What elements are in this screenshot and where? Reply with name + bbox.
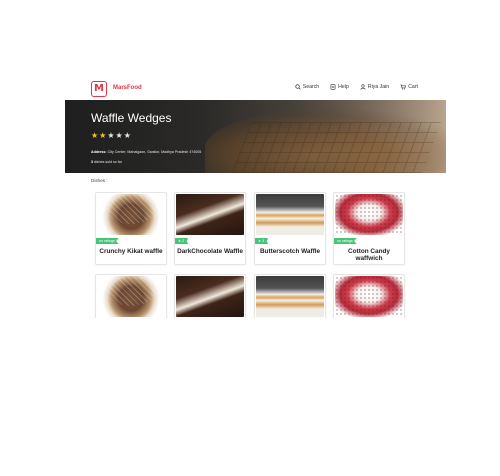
rating-stars: ★ ★ ★ ★ ★ [91,132,131,140]
address-value: City Center, Mahalgaon, Gwalior, Madhya … [107,150,202,154]
dishes-heading: Dishes : [91,178,108,183]
dish-image [97,276,165,317]
rating-badge: no ratings [334,238,357,244]
nav-help[interactable]: Help [330,84,349,90]
restaurant-banner: Waffle Wedges ★ ★ ★ ★ ★ Address: City Center… [65,100,446,173]
dish-image [176,276,244,317]
dish-name: Crunchy Kikat waffle [99,248,163,255]
restaurant-address: Address: City Center, Mahalgaon, Gwalior… [91,150,201,154]
dish-card[interactable]: no ratings Cotton Candy waffwich [333,192,405,265]
rating-badge: no ratings [96,238,119,244]
star-icon: ★ [115,131,123,140]
dish-name: Cotton Candy waffwich [348,248,390,262]
star-icon: ★ [107,131,115,140]
star-icon: ★ [91,131,99,140]
dish-card[interactable]: ★ 3 Butterscotch Waffle [254,192,326,265]
brand-logo[interactable]: M [91,81,107,97]
served-count: 3 dishes sold so far [91,160,122,164]
dish-image [256,194,324,235]
nav-links: Search Help Riya Jain Cart [295,84,418,90]
dish-name: DarkChocolate Waffle [177,248,243,255]
served-number: 3 [91,160,93,164]
user-icon [360,84,366,90]
dish-image [335,276,403,317]
logo-letter: M [94,83,104,94]
rating-badge: ★ 3 [255,238,269,244]
nav-search[interactable]: Search [295,84,319,90]
dish-card[interactable] [333,274,405,318]
navbar: M MarsFood Search Help Riya Jain Cart [65,78,446,100]
dish-image [256,276,324,317]
nav-user-label: Riya Jain [367,84,390,90]
cart-icon [400,84,407,90]
restaurant-name: Waffle Wedges [91,111,172,125]
nav-cart-label: Cart [408,84,418,90]
help-icon [330,84,336,90]
nav-user[interactable]: Riya Jain [360,84,389,90]
rating-badge: ★ 2 [175,238,189,244]
dish-image [335,194,403,235]
app-window: M MarsFood Search Help Riya Jain Cart Wa… [65,78,446,318]
dish-card[interactable] [174,274,246,318]
address-label: Address: [91,150,107,154]
dish-card[interactable] [95,274,167,318]
nav-help-label: Help [338,84,349,90]
dish-card[interactable]: no ratings Crunchy Kikat waffle [95,192,167,265]
dish-name: Butterscotch Waffle [259,248,321,255]
search-icon [295,84,301,90]
dish-card[interactable] [254,274,326,318]
star-icon: ★ [123,131,131,140]
dish-card[interactable]: ★ 2 DarkChocolate Waffle [174,192,246,265]
served-text: dishes sold so far [94,160,122,164]
nav-search-label: Search [302,84,320,90]
dish-image [176,194,244,235]
dish-image [97,194,165,235]
nav-cart[interactable]: Cart [400,84,418,90]
brand-name[interactable]: MarsFood [113,85,142,91]
star-icon: ★ [99,131,107,140]
